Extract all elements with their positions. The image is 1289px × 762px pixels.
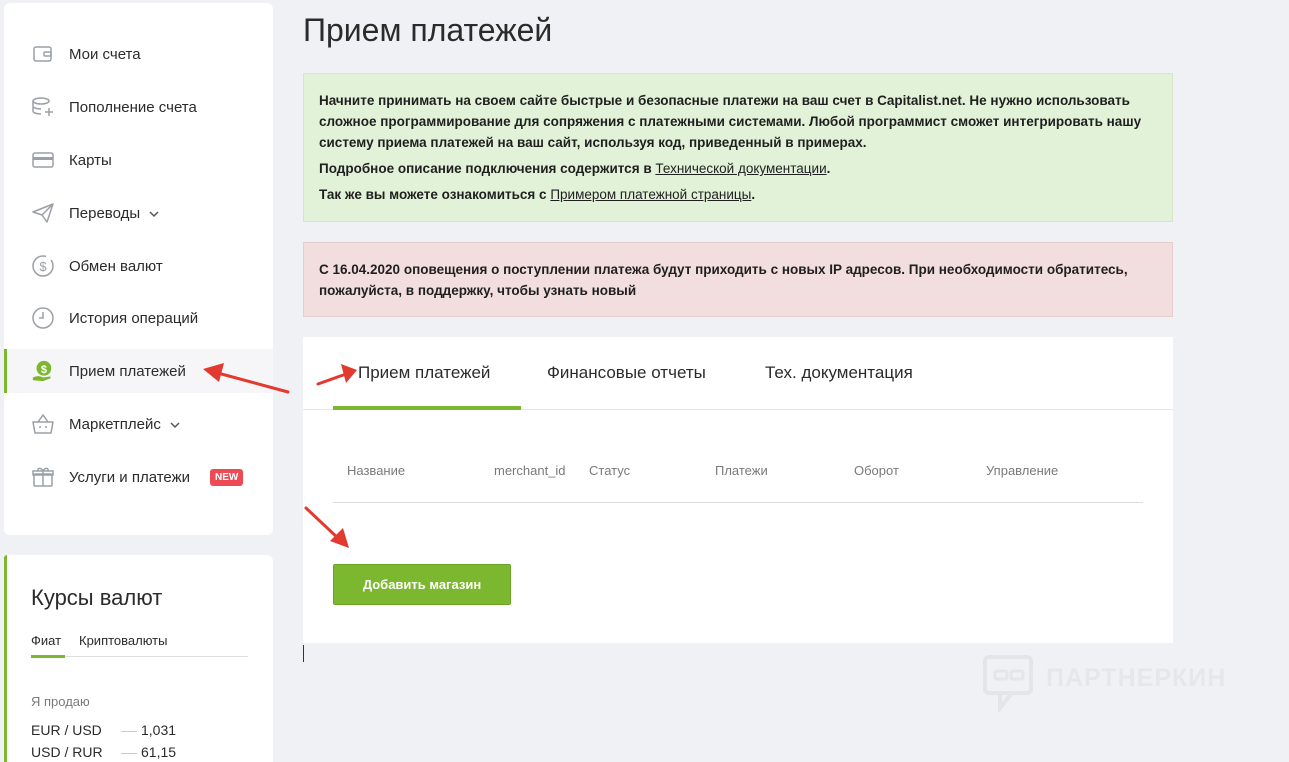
sidebar-item-marketplace[interactable]: Маркетплейс bbox=[4, 402, 273, 446]
currency-rates-card: Курсы валют Фиат Криптовалюты Я продаю E… bbox=[4, 555, 273, 762]
card-icon bbox=[31, 148, 55, 172]
merchant-panel: Прием платежей Финансовые отчеты Тех. до… bbox=[303, 337, 1173, 643]
tab-fiat[interactable]: Фиат bbox=[31, 633, 61, 648]
rates-title: Курсы валют bbox=[31, 585, 163, 610]
info-alert-warning: С 16.04.2020 оповещения о поступлении пл… bbox=[303, 242, 1173, 317]
gift-icon bbox=[31, 465, 55, 489]
column-header-status: Статус bbox=[589, 463, 631, 478]
info-paragraph: Начните принимать на своем сайте быстрые… bbox=[319, 93, 1142, 150]
text-cursor bbox=[303, 645, 304, 662]
wallet-icon bbox=[31, 42, 55, 66]
sidebar-menu: Мои счета Пополнение счета Карты Перевод… bbox=[4, 3, 273, 535]
sidebar-item-cards[interactable]: Карты bbox=[4, 138, 273, 182]
svg-text:$: $ bbox=[41, 364, 47, 376]
sidebar-item-transfers[interactable]: Переводы bbox=[4, 191, 273, 235]
sidebar-item-payment-acceptance[interactable]: $ Прием платежей bbox=[4, 349, 273, 393]
sidebar-item-label: Мои счета bbox=[69, 45, 141, 63]
rate-row: EUR / USD 1,031 bbox=[31, 722, 251, 738]
rate-value: 1,031 bbox=[141, 722, 177, 738]
page-title: Прием платежей bbox=[303, 12, 553, 48]
sidebar-item-label: Карты bbox=[69, 151, 112, 169]
rate-row: USD / RUR 61,15 bbox=[31, 744, 251, 760]
sidebar-item-label: Обмен валют bbox=[69, 257, 163, 275]
watermark-logo: ПАРТНЕРКИН bbox=[982, 654, 1242, 714]
chevron-down-icon bbox=[170, 422, 180, 428]
paper-plane-icon bbox=[31, 201, 55, 225]
sidebar-item-my-accounts[interactable]: Мои счета bbox=[4, 32, 273, 76]
column-header-name: Название bbox=[347, 463, 406, 478]
info-paragraph: Так же вы можете ознакомиться с Примером… bbox=[319, 187, 756, 202]
add-shop-button[interactable]: Добавить магазин bbox=[333, 564, 511, 605]
info-paragraph: Подробное описание подключения содержитс… bbox=[319, 161, 831, 176]
payment-page-example-link[interactable]: Примером платежной страницы bbox=[550, 187, 751, 202]
warning-text: С 16.04.2020 оповещения о поступлении пл… bbox=[319, 262, 1128, 298]
chevron-down-icon bbox=[149, 211, 159, 217]
rate-pair: USD / RUR bbox=[31, 744, 103, 760]
info-alert-success: Начните принимать на своем сайте быстрые… bbox=[303, 73, 1173, 222]
tech-docs-link[interactable]: Технической документации bbox=[655, 161, 826, 176]
table-divider bbox=[333, 502, 1143, 503]
sidebar-item-label: Маркетплейс bbox=[69, 416, 181, 433]
column-header-management: Управление bbox=[986, 463, 1059, 478]
rate-value: 61,15 bbox=[141, 744, 177, 760]
active-tab-indicator bbox=[333, 406, 521, 410]
column-header-payments: Платежи bbox=[715, 463, 768, 478]
sidebar-item-exchange[interactable]: $ Обмен валют bbox=[4, 244, 273, 288]
tab-financial-reports[interactable]: Финансовые отчеты bbox=[547, 363, 706, 383]
sidebar-item-services[interactable]: Услуги и платежи NEW bbox=[4, 455, 273, 499]
watermark-icon bbox=[983, 655, 1033, 714]
sidebar-item-history[interactable]: История операций bbox=[4, 296, 273, 340]
clock-icon bbox=[31, 306, 55, 330]
sell-label: Я продаю bbox=[31, 694, 90, 709]
tab-crypto[interactable]: Криптовалюты bbox=[79, 633, 167, 648]
sidebar-item-top-up[interactable]: Пополнение счета bbox=[4, 85, 273, 129]
dollar-circle-icon: $ bbox=[31, 254, 55, 278]
sidebar-item-label: Прием платежей bbox=[69, 362, 186, 380]
sidebar-item-label: Пополнение счета bbox=[69, 98, 197, 116]
svg-text:$: $ bbox=[39, 259, 47, 274]
rates-tab-active-indicator bbox=[31, 655, 65, 658]
sidebar-item-label: Услуги и платежи bbox=[69, 468, 191, 486]
new-badge: NEW bbox=[210, 468, 244, 486]
watermark-text: ПАРТНЕРКИН bbox=[1046, 664, 1227, 692]
column-header-turnover: Оборот bbox=[854, 463, 899, 478]
payment-hand-icon: $ bbox=[31, 359, 55, 383]
sidebar-item-label: История операций bbox=[69, 309, 199, 327]
rate-pair: EUR / USD bbox=[31, 722, 102, 738]
sidebar-item-label: Переводы bbox=[69, 205, 160, 222]
column-header-merchant-id: merchant_id bbox=[494, 463, 566, 478]
tab-tech-docs[interactable]: Тех. документация bbox=[765, 363, 913, 383]
coins-plus-icon bbox=[31, 95, 55, 119]
tab-payment-acceptance[interactable]: Прием платежей bbox=[358, 363, 490, 383]
basket-icon bbox=[31, 412, 55, 436]
